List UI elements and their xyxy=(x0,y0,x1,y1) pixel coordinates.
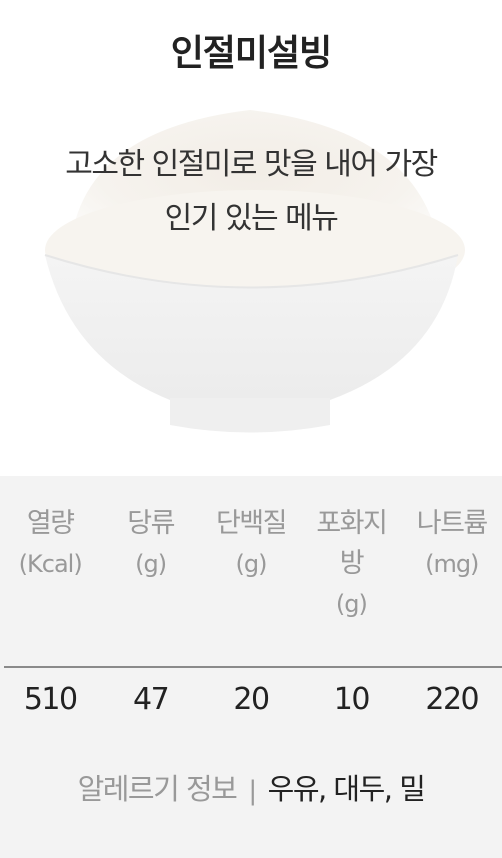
nutrition-header-sodium: 나트륨 (mg) xyxy=(402,504,502,624)
nutrition-divider xyxy=(4,666,502,668)
nutrition-header-unit: (g) xyxy=(335,590,368,618)
product-hero: 인절미설빙 고소한 인절미로 맛을 내어 가장 인기 있는 메뉴 xyxy=(0,0,502,476)
allergy-info: 알레르기 정보 | 우유, 대두, 밀 xyxy=(0,766,502,808)
nutrition-header-unit: (g) xyxy=(235,550,267,578)
nutrition-header-unit: (Kcal) xyxy=(18,550,83,578)
nutrition-headers: 열량 (Kcal) 당류 (g) 단백질 (g) 포화지 방 (g) 나트륨 (… xyxy=(0,504,502,624)
menu-description: 고소한 인절미로 맛을 내어 가장 인기 있는 메뉴 xyxy=(30,138,472,246)
nutrition-header-sugar: 당류 (g) xyxy=(100,504,200,624)
nutrition-value-protein: 20 xyxy=(233,682,270,717)
nutrition-header-label: 나트륨 xyxy=(416,508,489,539)
allergy-label: 알레르기 정보 xyxy=(77,772,238,806)
nutrition-header-protein: 단백질 (g) xyxy=(201,504,301,624)
menu-title: 인절미설빙 xyxy=(170,33,333,74)
nutrition-header-calories: 열량 (Kcal) xyxy=(0,504,100,624)
allergy-separator: | xyxy=(248,776,257,806)
nutrition-panel: 열량 (Kcal) 당류 (g) 단백질 (g) 포화지 방 (g) 나트륨 (… xyxy=(0,476,502,858)
nutrition-value-sodium: 220 xyxy=(425,682,479,717)
nutrition-value-saturated-fat: 10 xyxy=(333,682,371,717)
nutrition-header-unit: (mg) xyxy=(425,550,479,578)
nutrition-header-unit: (g) xyxy=(135,550,167,578)
nutrition-values: 510 47 20 10 220 xyxy=(0,682,502,717)
nutrition-header-label-line2: 방 xyxy=(339,548,365,579)
nutrition-header-label: 당류 xyxy=(127,508,175,539)
nutrition-header-label: 포화지 xyxy=(316,508,388,539)
allergy-items: 우유, 대두, 밀 xyxy=(267,772,426,806)
nutrition-value-calories: 510 xyxy=(23,682,78,717)
description-line-2: 인기 있는 메뉴 xyxy=(164,201,339,236)
nutrition-value-sugar: 47 xyxy=(132,682,170,717)
nutrition-header-label: 열량 xyxy=(26,508,75,539)
description-line-1: 고소한 인절미로 맛을 내어 가장 xyxy=(65,147,438,182)
nutrition-header-saturated-fat: 포화지 방 (g) xyxy=(301,504,401,624)
nutrition-header-label: 단백질 xyxy=(215,508,288,539)
